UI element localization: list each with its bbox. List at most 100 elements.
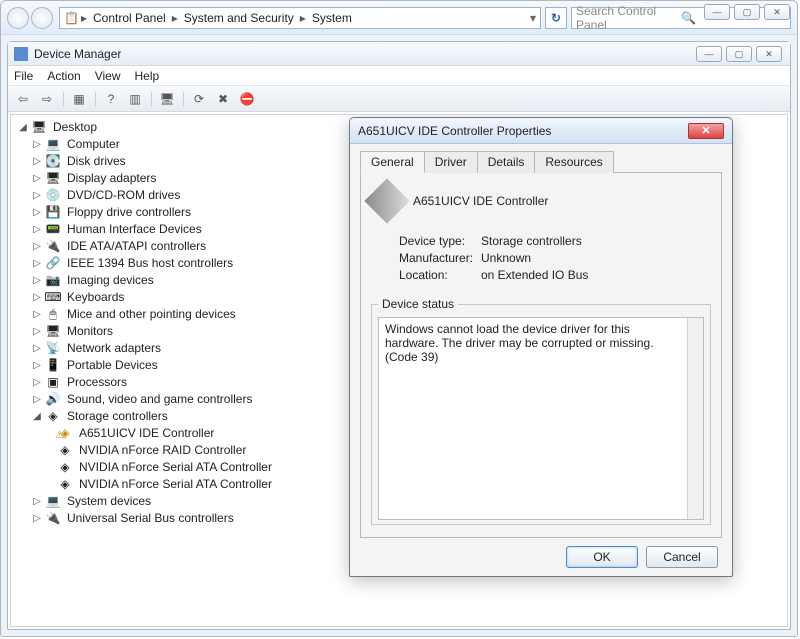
- device-type-label: Device type:: [371, 234, 481, 248]
- toolbar-properties-icon[interactable]: ▥: [124, 89, 146, 109]
- tree-node[interactable]: ▷⌨Keyboards: [17, 289, 274, 306]
- menu-action[interactable]: Action: [47, 69, 80, 83]
- cancel-button[interactable]: Cancel: [646, 546, 718, 568]
- tree-node[interactable]: ▷🔊Sound, video and game controllers: [17, 391, 274, 408]
- portable-icon: 📱: [45, 358, 61, 374]
- tree-leaf[interactable]: ◈A651UICV IDE Controller: [17, 425, 274, 442]
- toolbar: ⇦ ⇨ ▦ ? ▥ 🖥 ⟳ ✖ ⛔: [8, 86, 790, 112]
- tree-node[interactable]: ▷🔌Universal Serial Bus controllers: [17, 510, 274, 527]
- tree-node[interactable]: ▷📟Human Interface Devices: [17, 221, 274, 238]
- dvd-icon: 💿: [45, 188, 61, 204]
- search-placeholder: Search Control Panel: [576, 4, 681, 32]
- tree-root[interactable]: ◢🖥Desktop: [17, 119, 274, 136]
- tab-details[interactable]: Details: [477, 151, 536, 173]
- imaging-icon: 📷: [45, 273, 61, 289]
- tree-node[interactable]: ▷🖱Mice and other pointing devices: [17, 306, 274, 323]
- dialog-titlebar[interactable]: A651UICV IDE Controller Properties ✕: [350, 118, 732, 144]
- menu-file[interactable]: File: [14, 69, 33, 83]
- tree-node[interactable]: ▷🖥Display adapters: [17, 170, 274, 187]
- desktop-icon: 🖥: [31, 120, 47, 136]
- refresh-button[interactable]: ↻: [545, 7, 567, 29]
- toolbar-show-hidden-icon[interactable]: ▦: [68, 89, 90, 109]
- location-label: Location:: [371, 268, 481, 282]
- close-button[interactable]: ✕: [756, 46, 782, 62]
- tree-node[interactable]: ▷💻System devices: [17, 493, 274, 510]
- storage-icon: ◈: [45, 409, 61, 425]
- network-icon: 📡: [45, 341, 61, 357]
- tree-node[interactable]: ▷📡Network adapters: [17, 340, 274, 357]
- tree-node-storage[interactable]: ◢◈Storage controllers: [17, 408, 274, 425]
- manufacturer-label: Manufacturer:: [371, 251, 481, 265]
- tree-leaf[interactable]: ◈NVIDIA nForce Serial ATA Controller: [17, 459, 274, 476]
- device-tree: ◢🖥Desktop ▷💻Computer ▷💽Disk drives ▷🖥Dis…: [11, 115, 280, 626]
- breadcrumb-item[interactable]: Control Panel: [89, 11, 170, 25]
- device-status-text[interactable]: Windows cannot load the device driver fo…: [378, 317, 704, 520]
- toolbar-update-driver-icon[interactable]: ⟳: [188, 89, 210, 109]
- storage-controller-icon: ◈: [57, 460, 73, 476]
- tree-node[interactable]: ▷▣Processors: [17, 374, 274, 391]
- tree-node[interactable]: ▷📱Portable Devices: [17, 357, 274, 374]
- device-name: A651UICV IDE Controller: [413, 194, 548, 208]
- storage-controller-icon: ◈: [57, 426, 73, 442]
- tree-node[interactable]: ▷🔗IEEE 1394 Bus host controllers: [17, 255, 274, 272]
- window-controls-outer: — ▢ ✕: [704, 4, 790, 20]
- nav-forward-button[interactable]: [31, 7, 53, 29]
- tab-general[interactable]: General: [360, 151, 425, 173]
- tree-leaf[interactable]: ◈NVIDIA nForce Serial ATA Controller: [17, 476, 274, 493]
- device-type-value: Storage controllers: [481, 234, 582, 248]
- device-properties-dialog: A651UICV IDE Controller Properties ✕ Gen…: [349, 117, 733, 577]
- device-status-legend: Device status: [378, 297, 458, 311]
- breadcrumb-dropdown-icon[interactable]: ▾: [530, 11, 536, 25]
- toolbar-forward-icon[interactable]: ⇨: [36, 89, 58, 109]
- toolbar-scan-icon[interactable]: 🖥: [156, 89, 178, 109]
- explorer-window: — ▢ ✕ 📋 ▸ Control Panel ▸ System and Sec…: [0, 0, 798, 637]
- tree-node[interactable]: ▷🖥Monitors: [17, 323, 274, 340]
- device-manager-icon: [14, 47, 28, 61]
- dialog-close-button[interactable]: ✕: [688, 123, 724, 139]
- nav-back-button[interactable]: [7, 7, 29, 29]
- tab-resources[interactable]: Resources: [534, 151, 613, 173]
- device-manager-window: — ▢ ✕ Device Manager File Action View He…: [7, 41, 791, 630]
- tab-bar: General Driver Details Resources: [360, 150, 722, 173]
- usb-icon: 🔌: [45, 511, 61, 527]
- ide-icon: 🔌: [45, 239, 61, 255]
- maximize-button[interactable]: ▢: [734, 4, 760, 20]
- toolbar-uninstall-icon[interactable]: ✖: [212, 89, 234, 109]
- tree-node[interactable]: ▷💿DVD/CD-ROM drives: [17, 187, 274, 204]
- minimize-button[interactable]: —: [704, 4, 730, 20]
- close-button[interactable]: ✕: [764, 4, 790, 20]
- location-value: on Extended IO Bus: [481, 268, 588, 282]
- tree-leaf[interactable]: ◈NVIDIA nForce RAID Controller: [17, 442, 274, 459]
- tree-node[interactable]: ▷💻Computer: [17, 136, 274, 153]
- manufacturer-value: Unknown: [481, 251, 531, 265]
- floppy-icon: 💾: [45, 205, 61, 221]
- menu-help[interactable]: Help: [135, 69, 160, 83]
- tab-pane-general: A651UICV IDE Controller Device type:Stor…: [360, 173, 722, 538]
- tree-node[interactable]: ▷💽Disk drives: [17, 153, 274, 170]
- minimize-button[interactable]: —: [696, 46, 722, 62]
- tree-node[interactable]: ▷🔌IDE ATA/ATAPI controllers: [17, 238, 274, 255]
- toolbar-help-icon[interactable]: ?: [100, 89, 122, 109]
- device-manager-title: Device Manager: [34, 47, 121, 61]
- toolbar-back-icon[interactable]: ⇦: [12, 89, 34, 109]
- keyboard-icon: ⌨: [45, 290, 61, 306]
- toolbar-disable-icon[interactable]: ⛔: [236, 89, 258, 109]
- device-manager-titlebar: Device Manager: [8, 42, 790, 66]
- menu-view[interactable]: View: [95, 69, 121, 83]
- maximize-button[interactable]: ▢: [726, 46, 752, 62]
- dialog-title: A651UICV IDE Controller Properties: [358, 124, 551, 138]
- breadcrumb-path[interactable]: 📋 ▸ Control Panel ▸ System and Security …: [59, 7, 541, 29]
- computer-icon: 💻: [45, 137, 61, 153]
- tree-node[interactable]: ▷📷Imaging devices: [17, 272, 274, 289]
- storage-controller-icon: ◈: [57, 477, 73, 493]
- ok-button[interactable]: OK: [566, 546, 638, 568]
- storage-controller-icon: ◈: [57, 443, 73, 459]
- status-scrollbar[interactable]: [687, 318, 703, 519]
- sound-icon: 🔊: [45, 392, 61, 408]
- control-panel-icon: 📋: [64, 11, 79, 25]
- breadcrumb-item[interactable]: System: [308, 11, 356, 25]
- tab-driver[interactable]: Driver: [424, 151, 478, 173]
- ieee1394-icon: 🔗: [45, 256, 61, 272]
- tree-node[interactable]: ▷💾Floppy drive controllers: [17, 204, 274, 221]
- breadcrumb-item[interactable]: System and Security: [180, 11, 298, 25]
